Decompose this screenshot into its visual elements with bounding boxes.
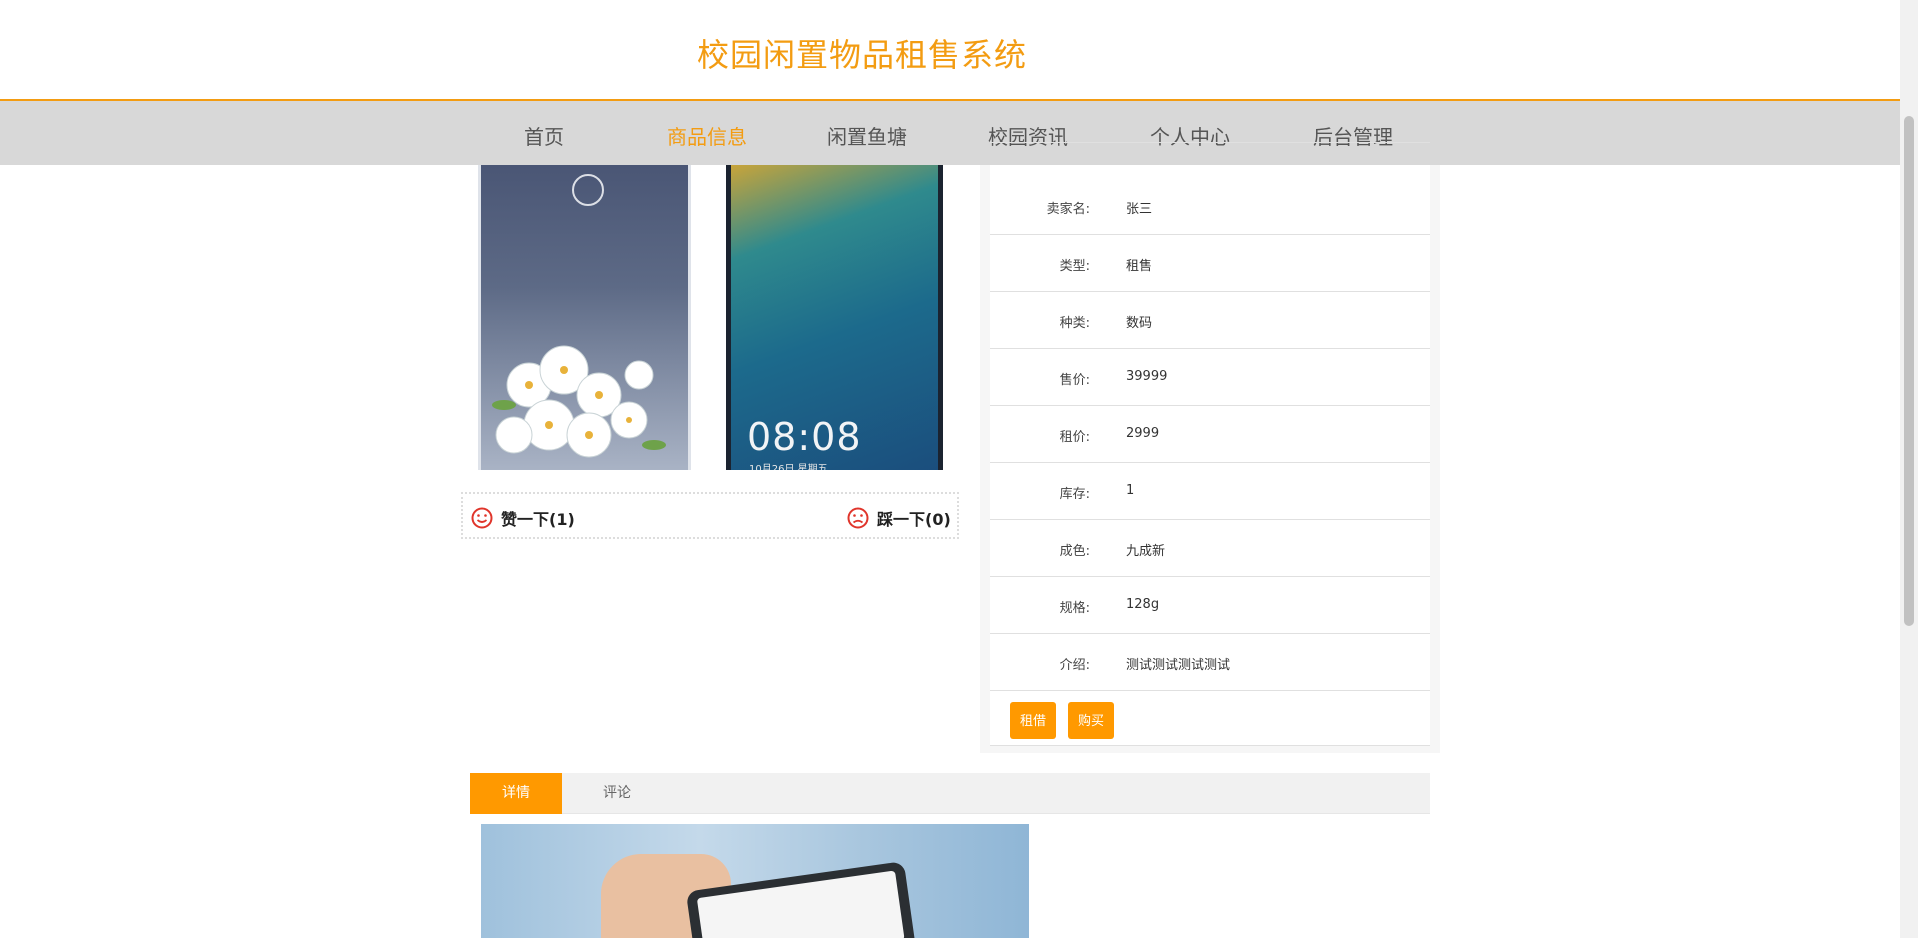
info-row-rent-price: 租价: 2999 — [990, 406, 1430, 463]
action-row: 租借 购买 — [990, 693, 1430, 746]
tab-comments[interactable]: 评论 — [562, 773, 672, 814]
info-value: 九成新 — [1126, 544, 1166, 559]
info-row-seller: 卖家名: 张三 — [990, 178, 1430, 235]
detail-tabs: 详情 评论 — [470, 773, 1430, 814]
info-row-spec: 规格: 128g — [990, 577, 1430, 634]
product-image-2: 08:08 10月26日 星期五 — [726, 165, 943, 470]
site-header: 校园闲置物品租售系统 — [0, 0, 1900, 101]
info-value: 数码 — [1126, 316, 1153, 331]
vote-bar: 赞一下(1) 踩一下(0) — [461, 492, 959, 539]
product-info-table: 卖家名: 张三 类型: 租售 种类: 数码 售价: 39999 租价: 2999… — [990, 142, 1430, 746]
scrollbar-thumb[interactable] — [1904, 116, 1914, 626]
page-scrollbar[interactable] — [1900, 0, 1918, 938]
info-label: 售价: — [1059, 373, 1090, 388]
info-row-top-border — [990, 116, 1430, 143]
nav-item-idle-pond[interactable]: 闲置鱼塘 — [827, 121, 907, 150]
info-value: 128g — [1126, 597, 1160, 612]
info-row-type: 类型: 租售 — [990, 235, 1430, 292]
info-label: 卖家名: — [1046, 202, 1090, 217]
product-image-1 — [478, 165, 691, 470]
info-label: 租价: — [1059, 430, 1090, 445]
info-row-stock: 库存: 1 — [990, 463, 1430, 520]
info-value: 张三 — [1126, 202, 1153, 217]
phone-clock: 08:08 — [747, 415, 862, 459]
info-row-sale-price: 售价: 39999 — [990, 349, 1430, 406]
camera-lens — [572, 174, 604, 206]
flower-illustration — [492, 345, 666, 458]
nav-item-products[interactable]: 商品信息 — [667, 121, 747, 150]
info-label: 介绍: — [1059, 658, 1090, 673]
product-info-panel: 卖家名: 张三 类型: 租售 种类: 数码 售价: 39999 租价: 2999… — [980, 142, 1440, 753]
site-title: 校园闲置物品租售系统 — [697, 36, 1028, 74]
info-row-category: 种类: 数码 — [990, 292, 1430, 349]
main-nav: 首页 商品信息 闲置鱼塘 校园资讯 个人中心 后台管理 — [0, 101, 1900, 165]
detail-image — [481, 824, 1029, 938]
info-label: 类型: — [1059, 259, 1090, 274]
smile-icon — [471, 507, 493, 529]
tab-detail[interactable]: 详情 — [470, 773, 562, 814]
info-value: 2999 — [1126, 426, 1160, 441]
info-label: 成色: — [1059, 544, 1090, 559]
like-label: 赞一下(1) — [501, 510, 575, 529]
info-row-description: 介绍: 测试测试测试测试 — [990, 634, 1430, 691]
nav-item-home[interactable]: 首页 — [524, 121, 564, 150]
info-label: 种类: — [1059, 316, 1090, 331]
dislike-button[interactable]: 踩一下(0) — [847, 506, 951, 530]
frown-icon — [847, 507, 869, 529]
rent-button[interactable]: 租借 — [1010, 702, 1057, 739]
info-value: 39999 — [1126, 369, 1168, 384]
info-row-condition: 成色: 九成新 — [990, 520, 1430, 577]
info-label: 规格: — [1059, 601, 1090, 616]
buy-button[interactable]: 购买 — [1068, 702, 1115, 739]
phone-date: 10月26日 星期五 — [749, 464, 828, 470]
info-label: 库存: — [1059, 487, 1090, 502]
dislike-label: 踩一下(0) — [877, 510, 951, 529]
like-button[interactable]: 赞一下(1) — [471, 506, 575, 530]
info-value: 1 — [1126, 483, 1135, 498]
info-value: 测试测试测试测试 — [1126, 658, 1231, 673]
info-value: 租售 — [1126, 259, 1153, 274]
